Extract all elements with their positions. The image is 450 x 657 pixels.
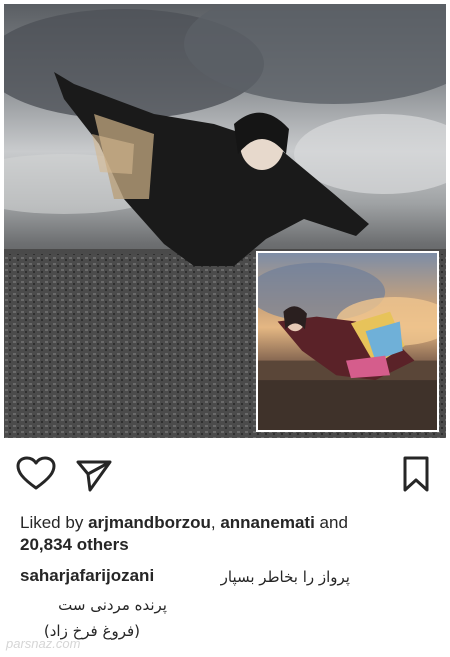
send-icon[interactable]	[72, 452, 116, 496]
caption-line-2: پرنده مردنی ست	[58, 596, 167, 614]
watermark: parsnaz.com	[6, 636, 81, 651]
likes-and: and	[319, 513, 348, 532]
heart-icon[interactable]	[14, 452, 58, 496]
post-actions-bar	[0, 452, 450, 500]
likes-separator: ,	[210, 513, 216, 532]
caption-line-1: پرواز را بخاطر بسپار	[220, 568, 350, 586]
caption-username[interactable]: saharjafarijozani	[20, 566, 154, 586]
post-image[interactable]	[4, 4, 446, 438]
likes-count[interactable]: 20,834 others	[20, 535, 129, 554]
inset-flying-woman-illustration	[258, 262, 437, 430]
inset-photo	[256, 251, 439, 432]
likes-prefix: Liked by	[20, 513, 84, 532]
liker-username-2[interactable]: annanemati	[220, 513, 314, 532]
liker-username-1[interactable]: arjmandborzou	[88, 513, 211, 532]
bookmark-icon[interactable]	[394, 452, 438, 496]
likes-summary: Liked by arjmandborzou, annanemati and 2…	[20, 512, 440, 556]
